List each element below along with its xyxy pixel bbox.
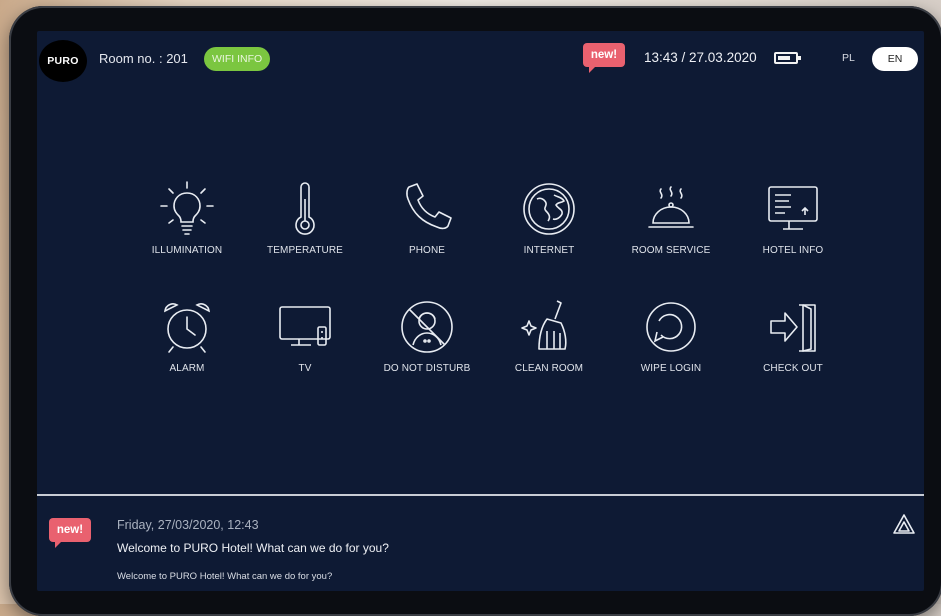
thermometer-icon <box>295 182 315 235</box>
globe-icon <box>523 183 575 235</box>
tv-icon <box>279 306 331 346</box>
monitor-info-icon <box>768 186 818 230</box>
do-not-disturb-icon <box>401 301 453 353</box>
cloche-icon <box>648 186 694 228</box>
new-notification-badge[interactable]: new! <box>583 43 625 73</box>
language-en-option[interactable]: EN <box>872 47 918 71</box>
tile-label: ALARM <box>169 363 205 374</box>
tablet-frame: PURO Room no. : 201 WIFI INFO new! 13:43… <box>9 6 941 616</box>
refresh-icon <box>646 302 696 352</box>
tile-hotel-info[interactable]: HOTEL INFO <box>728 179 858 275</box>
tile-tv[interactable]: TV <box>240 297 370 393</box>
tile-label: TV <box>298 363 312 374</box>
tile-temperature[interactable]: TEMPERATURE <box>240 179 370 275</box>
tile-alarm[interactable]: ALARM <box>122 297 252 393</box>
hotel-room-screen: PURO Room no. : 201 WIFI INFO new! 13:43… <box>37 31 924 591</box>
tile-label: TEMPERATURE <box>267 245 343 256</box>
message-body: Welcome to PURO Hotel! What can we do fo… <box>117 571 333 582</box>
expand-up-icon[interactable] <box>892 513 916 535</box>
tile-check-out[interactable]: CHECK OUT <box>728 297 858 393</box>
tile-label: PHONE <box>408 245 446 256</box>
broom-icon <box>521 300 567 350</box>
tile-wipe-login[interactable]: WIPE LOGIN <box>606 297 736 393</box>
alarm-clock-icon <box>164 303 210 353</box>
room-number: Room no. : 201 <box>99 51 188 66</box>
tile-label: INTERNET <box>523 245 575 256</box>
tile-label: ROOM SERVICE <box>631 245 711 256</box>
tile-label: HOTEL INFO <box>762 245 824 256</box>
battery-icon <box>774 52 801 64</box>
exit-door-icon <box>770 304 816 352</box>
tile-label: DO NOT DISTURB <box>383 363 471 374</box>
tile-label: CLEAN ROOM <box>514 363 584 374</box>
message-date: Friday, 27/03/2020, 12:43 <box>117 518 259 532</box>
tile-room-service[interactable]: ROOM SERVICE <box>606 179 736 275</box>
puro-logo: PURO <box>39 40 87 82</box>
tile-clean-room[interactable]: CLEAN ROOM <box>484 297 614 393</box>
tile-do-not-disturb[interactable]: DO NOT DISTURB <box>362 297 492 393</box>
top-bar: PURO Room no. : 201 WIFI INFO new! 13:43… <box>37 31 924 87</box>
language-pl-option[interactable]: PL <box>842 52 855 64</box>
tile-phone[interactable]: PHONE <box>362 179 492 275</box>
bulb-icon <box>160 181 214 235</box>
tile-internet[interactable]: INTERNET <box>484 179 614 275</box>
phone-icon <box>406 183 452 230</box>
message-divider <box>37 494 924 496</box>
tile-label: ILLUMINATION <box>151 245 223 256</box>
new-message-badge: new! <box>49 518 91 548</box>
wifi-info-button[interactable]: WIFI INFO <box>204 47 271 71</box>
date-time: 13:43 / 27.03.2020 <box>644 50 757 65</box>
tile-label: CHECK OUT <box>763 363 823 374</box>
tile-label: WIPE LOGIN <box>640 363 702 374</box>
message-title: Welcome to PURO Hotel! What can we do fo… <box>117 541 389 555</box>
tile-illumination[interactable]: ILLUMINATION <box>122 179 252 275</box>
